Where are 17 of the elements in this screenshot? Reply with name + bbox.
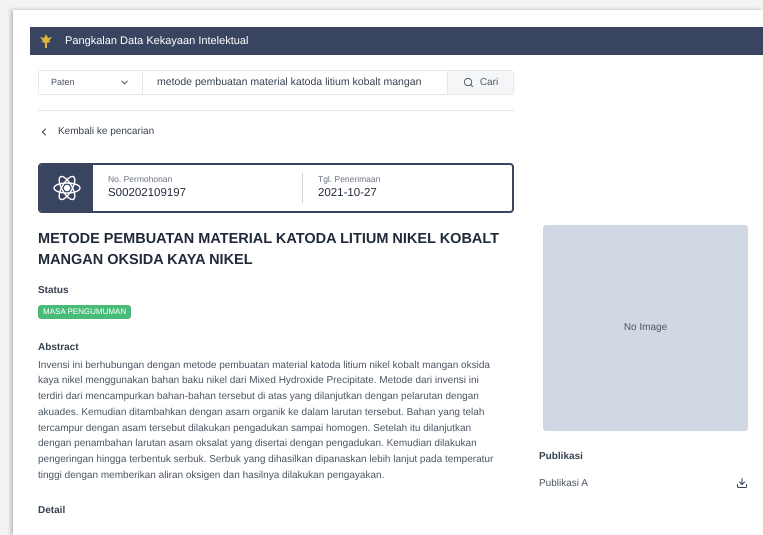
section-heading: Abstract <box>38 340 80 354</box>
no-image-text: No Image <box>624 321 668 335</box>
field-label: No. Permohonan <box>108 172 174 186</box>
patent-title: METODE PEMBUATAN MATERIAL KATODA LITIUM NIKEL KOBALT MANGAN OKSIDA KAYA NIKEL <box>38 230 500 270</box>
section-heading: Status <box>38 284 70 298</box>
download-icon[interactable] <box>736 477 748 489</box>
site-title: Pangkalan Data Kekayaan Intelektual <box>65 34 248 49</box>
abstract-text: Invensi ini berhubungan dengan metode pembuatan material katoda litium nikel kobalt mangan oksida kaya nikel menggunakan bahan baku nikel dari Mixed Hydroxide Precipitate. Metode dari invensi ini terdiri dari mencampurkan bahan-bahan tersebut di atas yang dilanjutkan dengan pelarutan dengan akuades. Kemudian ditambahkan dengan asam organik ke dalam larutan tersebut. Bahan yang telah tercampur dengan asam tersebut dilakukan pengadukan sampai homogen. Setelah itu dilanjutkan dengan penambahan larutan asam oksalat yang disertai dengan pengadukan. Kemudian dilakukan pengeringan hingga terbentuk serbuk. Serbuk yang dihasilkan dipanaskan lebih lanjut pada temperatur tinggi dengan memberikan aliran oksigen dan hasilnya dilakukan pengayakan. <box>38 358 494 484</box>
field-label: Tgl. Penerimaan <box>318 172 382 186</box>
back-link[interactable]: Kembali ke pencarian <box>38 124 154 139</box>
publication-name: Publikasi A <box>539 476 588 490</box>
emblem-icon <box>39 33 53 49</box>
section-heading: Publikasi <box>539 450 584 464</box>
status-badge: MASA PENGUMUMAN <box>38 304 132 318</box>
field-value: 2021-10-27 <box>318 186 378 202</box>
section-heading: Detail <box>38 504 66 518</box>
field-value: S00202109197 <box>108 186 188 202</box>
